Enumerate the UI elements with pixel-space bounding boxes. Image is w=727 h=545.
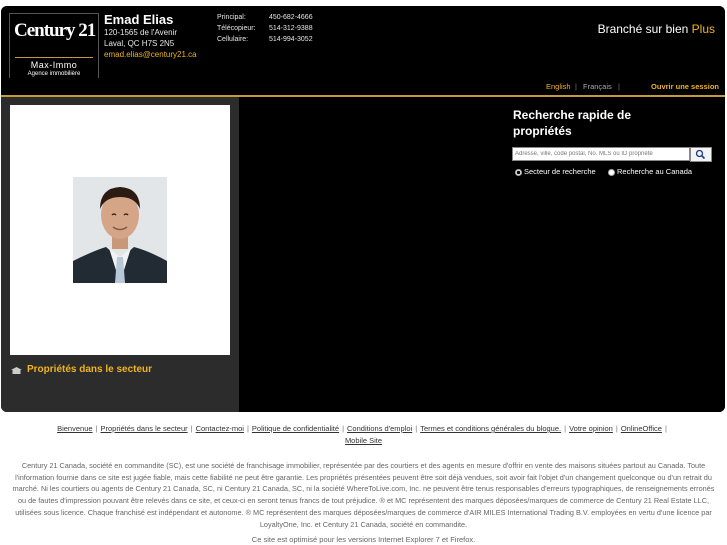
phone-label-principal: Principal: — [217, 14, 246, 21]
quick-search-input[interactable] — [512, 147, 690, 161]
footer-link-mobile-site[interactable]: Mobile Site — [345, 436, 382, 445]
tagline: Branché sur bien Plus — [598, 22, 715, 36]
footer-link-privacy[interactable]: Politique de confidentialité — [252, 424, 339, 433]
nearby-properties-label: Propriétés dans le secteur — [27, 364, 153, 375]
lang-francais-link[interactable]: Français — [583, 82, 612, 91]
footer-separator: | — [246, 424, 249, 433]
radio-search-area[interactable]: Secteur de recherche — [515, 167, 596, 176]
footer-link-blog-terms[interactable]: Termes et conditions générales du blogue… — [420, 424, 561, 433]
footer-separator: | — [190, 424, 193, 433]
footer-link-welcome[interactable]: Bienvenue — [57, 424, 92, 433]
header: Century 21 Max-Immo Agence immobilière E… — [1, 6, 725, 81]
logo-subtitle: Agence immobilière — [27, 71, 81, 77]
main-panel — [239, 97, 725, 412]
century21-logo[interactable]: Century 21 Max-Immo Agence immobilière — [9, 13, 99, 81]
quick-search-title: Recherche rapide de propriétés — [513, 108, 632, 138]
footer-link-online-office[interactable]: OnlineOffice — [621, 424, 662, 433]
footer-separator: | — [415, 424, 418, 433]
phone-label-cell: Cellulaire: — [217, 36, 249, 43]
footer-separator: | — [342, 424, 345, 433]
house-icon — [11, 366, 22, 374]
lang-english-link[interactable]: English — [546, 82, 571, 91]
radio-search-area-label: Secteur de recherche — [524, 167, 596, 176]
lang-separator: | — [575, 82, 577, 91]
footer-link-properties[interactable]: Propriétés dans le secteur — [101, 424, 188, 433]
radio-selected-icon — [515, 168, 522, 176]
radio-search-canada[interactable]: Recherche au Canada — [608, 167, 692, 176]
radio-unselected-icon — [608, 168, 615, 176]
tagline-accent: Plus — [691, 22, 715, 36]
nearby-properties-link[interactable]: Propriétés dans le secteur — [11, 364, 152, 375]
language-bar: English | Français | Ouvrir une session — [1, 78, 725, 95]
agent-address-line1: 120-1565 de l'Avenir — [104, 28, 177, 37]
browser-note: Ce site est optimisé pour les versions I… — [251, 535, 476, 544]
phone-value-cell: 514-994-3052 — [269, 36, 313, 43]
left-column: Propriétés dans le secteur — [1, 97, 239, 412]
legal-disclaimer: Century 21 Canada, société en commandite… — [12, 461, 715, 529]
phone-value-principal: 450-682-4666 — [269, 14, 313, 21]
footer-separator: | — [564, 424, 567, 433]
agent-photo-panel — [10, 105, 230, 355]
agent-address-line2: Laval, QC H7S 2N5 — [104, 39, 175, 48]
footer-link-feedback[interactable]: Votre opinion — [569, 424, 613, 433]
open-session-link[interactable]: Ouvrir une session — [651, 82, 719, 91]
phone-value-fax: 514-312-9388 — [269, 25, 313, 32]
lang-separator: | — [618, 82, 620, 91]
footer-link-contact[interactable]: Contactez-moi — [196, 424, 244, 433]
footer-link-terms-of-use[interactable]: Conditions d'emploi — [347, 424, 412, 433]
logo-office: Max-Immo — [30, 60, 78, 70]
footer-nav: Bienvenue | Propriétés dans le secteur | Con… — [8, 423, 719, 447]
phone-label-fax: Télécopieur: — [217, 25, 256, 32]
footer-separator: | — [615, 424, 618, 433]
agent-name: Emad Elias — [104, 12, 174, 27]
agent-email-link[interactable]: emad.elias@century21.ca — [104, 50, 197, 59]
tagline-text: Branché sur bien — [597, 22, 689, 36]
footer-separator: | — [664, 424, 667, 433]
magnifier-icon — [695, 149, 706, 160]
site-frame: Century 21 Max-Immo Agence immobilière E… — [1, 6, 725, 412]
logo-brand: Century 21 — [14, 20, 96, 41]
footer-separator: | — [95, 424, 98, 433]
search-button[interactable] — [690, 147, 712, 162]
agent-photo — [73, 177, 167, 283]
logo-rule — [15, 57, 93, 58]
radio-search-canada-label: Recherche au Canada — [617, 167, 693, 176]
